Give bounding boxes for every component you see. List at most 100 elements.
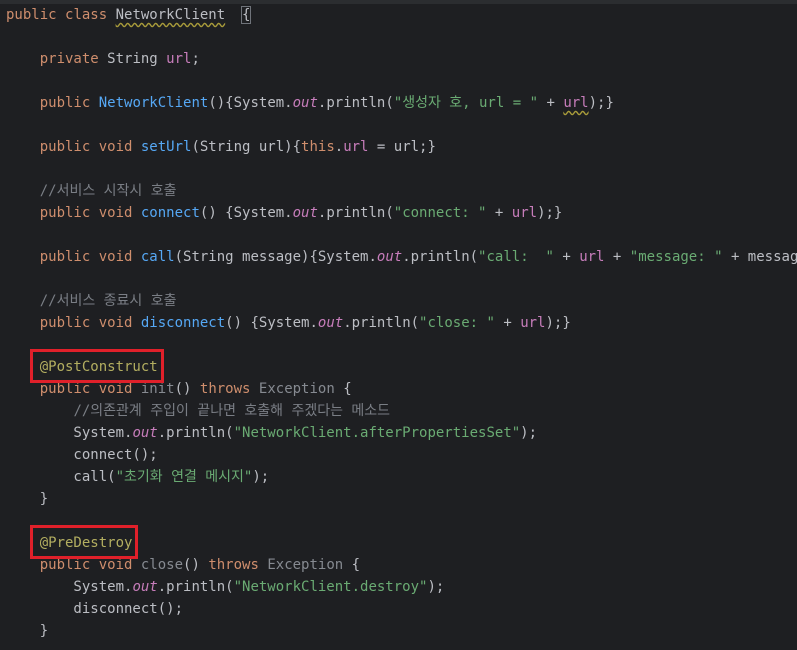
- code-token: disconnect: [140, 315, 226, 331]
- code-token: "call: ": [478, 249, 554, 265]
- code-token: out: [376, 249, 403, 265]
- code-token: (){System.: [208, 95, 293, 111]
- code-token: .println(: [157, 425, 234, 441]
- code-token: () {System.: [225, 315, 318, 331]
- postconstruct-highlight-box: [30, 349, 164, 383]
- code-token: public: [6, 7, 66, 23]
- code-token: "close: ": [419, 315, 495, 331]
- code-line[interactable]: //서비스 시작시 호출: [6, 180, 177, 202]
- code-token: +: [604, 249, 630, 265]
- code-token: call(: [6, 469, 116, 485]
- code-line[interactable]: public void disconnect() {System.out.pri…: [6, 312, 571, 334]
- code-token: url: [563, 95, 589, 111]
- code-token: +: [538, 95, 564, 111]
- code-token: setUrl: [140, 139, 192, 155]
- code-token: throws: [208, 557, 268, 573]
- code-token: String: [107, 51, 167, 67]
- code-token: connect: [140, 205, 200, 221]
- code-line[interactable]: }: [6, 620, 48, 642]
- code-token: url: [511, 205, 538, 221]
- code-token: public void: [39, 249, 141, 265]
- predestroy-highlight-box: [30, 525, 138, 559]
- code-token: this: [301, 139, 335, 155]
- code-token: Exception: [267, 557, 344, 573]
- code-token: NetworkClient: [115, 7, 226, 23]
- code-token: (String message){System.: [174, 249, 377, 265]
- code-token: url: [579, 249, 605, 265]
- code-line[interactable]: }: [6, 488, 48, 510]
- code-token: (): [183, 557, 209, 573]
- code-token: out: [292, 95, 318, 111]
- code-token: "connect: ": [393, 205, 487, 221]
- code-token: public: [39, 95, 99, 111]
- code-token: .println(: [317, 95, 394, 111]
- code-line[interactable]: System.out.println("NetworkClient.afterP…: [6, 422, 537, 444]
- code-token: .: [334, 139, 344, 155]
- code-token: {: [334, 381, 352, 397]
- code-token: );: [252, 469, 270, 485]
- code-token: call: [140, 249, 175, 265]
- code-token: );}: [545, 315, 571, 331]
- code-line[interactable]: public void setUrl(String url){this.url …: [6, 136, 436, 158]
- code-token: .println(: [343, 315, 420, 331]
- code-token: out: [292, 205, 318, 221]
- code-token: +: [486, 205, 512, 221]
- code-line[interactable]: public NetworkClient(){System.out.printl…: [6, 92, 614, 114]
- code-token: //서비스 시작시 호출: [39, 183, 177, 199]
- code-token: //의존관계 주입이 끝나면 호출해 주겠다는 메소드: [73, 403, 391, 419]
- code-line[interactable]: call("초기화 연결 메시지");: [6, 466, 269, 488]
- code-line[interactable]: private String url;: [6, 48, 200, 70]
- code-token: out: [317, 315, 344, 331]
- code-line[interactable]: //의존관계 주입이 끝나면 호출해 주겠다는 메소드: [6, 400, 390, 422]
- code-token: }: [6, 491, 49, 507]
- code-token: disconnect();: [6, 601, 184, 617]
- code-token: out: [132, 425, 158, 441]
- code-line[interactable]: public class NetworkClient {: [6, 4, 252, 26]
- code-token: connect();: [6, 447, 158, 463]
- code-token: url: [166, 51, 192, 67]
- code-line[interactable]: public void call(String message){System.…: [6, 246, 797, 268]
- code-line[interactable]: System.out.println("NetworkClient.destro…: [6, 576, 444, 598]
- code-token: ;: [191, 51, 200, 67]
- code-line[interactable]: public void connect() {System.out.printl…: [6, 202, 563, 224]
- code-token: .println(: [317, 205, 394, 221]
- code-token: .println(: [157, 579, 234, 595]
- code-token: public void: [39, 139, 141, 155]
- code-token: url: [343, 139, 369, 155]
- code-token: url: [520, 315, 546, 331]
- code-line[interactable]: //서비스 종료시 호출: [6, 290, 177, 312]
- code-token: System.: [6, 579, 133, 595]
- code-token: close: [140, 557, 184, 573]
- code-token: }: [6, 623, 49, 639]
- code-token: public void: [39, 381, 141, 397]
- code-token: public void: [39, 205, 141, 221]
- code-token: Exception: [258, 381, 335, 397]
- code-editor[interactable]: public class NetworkClient { private Str…: [0, 0, 797, 650]
- code-token: throws: [199, 381, 259, 397]
- code-token: "NetworkClient.afterPropertiesSet": [233, 425, 521, 441]
- code-token: (String url){: [191, 139, 302, 155]
- code-token: {: [240, 6, 252, 24]
- code-token: init: [140, 381, 175, 397]
- code-token: );: [427, 579, 445, 595]
- code-line[interactable]: connect();: [6, 444, 158, 466]
- code-token: .println(: [402, 249, 479, 265]
- code-line[interactable]: disconnect();: [6, 598, 183, 620]
- code-token: "NetworkClient.destroy": [233, 579, 428, 595]
- code-token: NetworkClient: [98, 95, 209, 111]
- code-token: = url;}: [368, 139, 436, 155]
- code-token: + message);}: [730, 249, 797, 265]
- code-token: "초기화 연결 메시지": [115, 469, 253, 485]
- code-token: () {System.: [199, 205, 293, 221]
